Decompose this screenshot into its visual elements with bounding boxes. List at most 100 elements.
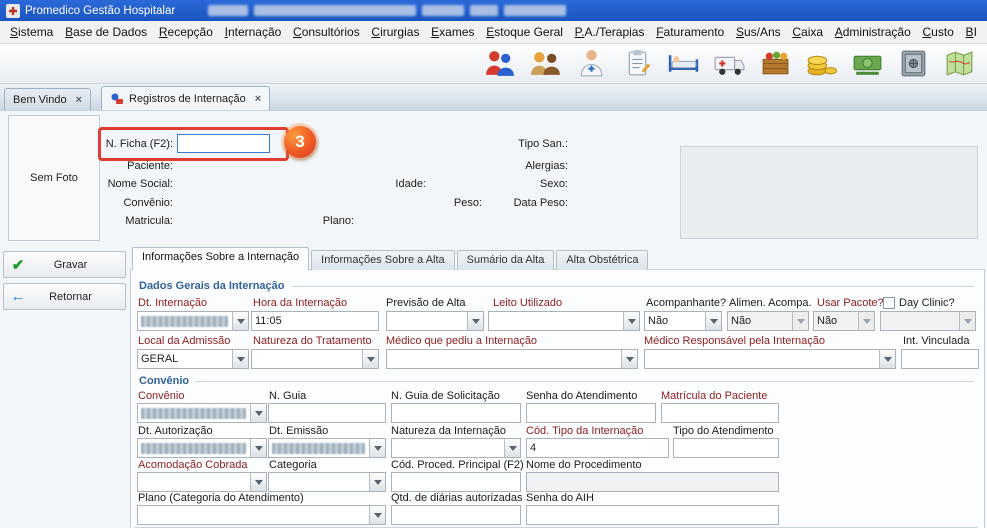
dt-autorizacao-combo[interactable] (137, 438, 267, 458)
label-n-guia-solicitacao: N. Guia de Solicitação (391, 390, 500, 402)
map-icon (943, 47, 976, 80)
senha-aih-field[interactable] (526, 505, 779, 525)
menu-exames[interactable]: Exames (431, 25, 474, 39)
menu-sistema[interactable]: Sistema (10, 25, 53, 39)
tab-bem-vindo[interactable]: Bem Vindo × (4, 88, 91, 110)
menu-sus-ans[interactable]: Sus/Ans (736, 25, 781, 39)
chevron-down-icon[interactable] (232, 312, 248, 330)
previsao-alta-combo[interactable] (386, 311, 484, 331)
senha-atendimento-field[interactable] (526, 403, 656, 423)
menu-cirurgias[interactable]: Cirurgias (371, 25, 419, 39)
menu-custo[interactable]: Custo (922, 25, 953, 39)
medico-responsavel-combo[interactable] (644, 349, 896, 369)
toolbar-ambulance-button[interactable] (711, 45, 748, 82)
menu-bi[interactable]: BI (966, 25, 977, 39)
stock-icon (759, 47, 792, 80)
day-clinic-checkbox[interactable] (883, 297, 895, 309)
redacted-title-text (422, 5, 464, 16)
cod-proced-principal-field[interactable] (391, 472, 521, 492)
chevron-down-icon[interactable] (792, 312, 808, 330)
n-guia-field[interactable] (268, 403, 386, 423)
toolbar-gold-button[interactable] (803, 45, 840, 82)
alimen-acompa-combo[interactable]: Não (727, 311, 809, 331)
plano-categoria-combo[interactable] (137, 505, 386, 525)
tab-registros-internacao[interactable]: Registros de Internação × (101, 86, 270, 110)
close-icon[interactable]: × (255, 93, 261, 105)
n-guia-solicitacao-field[interactable] (391, 403, 521, 423)
natureza-internacao-combo[interactable] (391, 438, 521, 458)
toolbar-doctor-button[interactable] (573, 45, 610, 82)
leito-utilizado-combo[interactable] (488, 311, 640, 331)
tab-informacoes-internacao[interactable]: Informações Sobre a Internação (132, 247, 309, 270)
toolbar-map-button[interactable] (941, 45, 978, 82)
internacao-tabstrip: Informações Sobre a Internação Informaçõ… (132, 247, 648, 270)
menu-faturamento[interactable]: Faturamento (656, 25, 724, 39)
menu-recepcao[interactable]: Recepção (159, 25, 213, 39)
hora-internacao-value: 11:05 (252, 315, 378, 327)
group-divider (195, 381, 974, 382)
natureza-tratamento-combo[interactable] (251, 349, 379, 369)
nome-procedimento-field (526, 472, 779, 492)
medico-pediu-combo[interactable] (386, 349, 638, 369)
check-icon: ✔ (4, 256, 32, 274)
gravar-button[interactable]: ✔ Gravar (3, 251, 126, 278)
chevron-down-icon[interactable] (250, 404, 266, 422)
label-data-peso: Data Peso: (480, 197, 568, 209)
chevron-down-icon[interactable] (369, 506, 385, 524)
chevron-down-icon[interactable] (369, 439, 385, 457)
hora-internacao-field[interactable]: 11:05 (251, 311, 379, 331)
menu-caixa[interactable]: Caixa (792, 25, 823, 39)
menu-internacao[interactable]: Internação (225, 25, 282, 39)
safe-icon (897, 47, 930, 80)
label-nome-social: Nome Social: (55, 178, 173, 190)
menu-base-de-dados[interactable]: Base de Dados (65, 25, 147, 39)
day-clinic-combo[interactable] (880, 311, 976, 331)
toolbar-stock-button[interactable] (757, 45, 794, 82)
toolbar-patients-button[interactable] (481, 45, 518, 82)
tab-sumario-alta[interactable]: Sumário da Alta (457, 250, 555, 270)
toolbar-bed-button[interactable] (665, 45, 702, 82)
chevron-down-icon[interactable] (623, 312, 639, 330)
chevron-down-icon[interactable] (369, 473, 385, 491)
label-acomodacao-cobrada: Acomodação Cobrada (138, 459, 247, 471)
toolbar-money-button[interactable] (849, 45, 886, 82)
chevron-down-icon[interactable] (959, 312, 975, 330)
qtd-diarias-field[interactable] (391, 505, 521, 525)
menu-pa-terapias[interactable]: P.A./Terapias (575, 25, 645, 39)
menu-consultorios[interactable]: Consultórios (293, 25, 360, 39)
alimen-acompa-value: Não (728, 315, 792, 327)
chevron-down-icon[interactable] (858, 312, 874, 330)
acompanhante-combo[interactable]: Não (644, 311, 722, 331)
chevron-down-icon[interactable] (362, 350, 378, 368)
chevron-down-icon[interactable] (621, 350, 637, 368)
chevron-down-icon[interactable] (504, 439, 520, 457)
toolbar-exam-button[interactable] (619, 45, 656, 82)
cod-tipo-internacao-field[interactable]: 4 (526, 438, 669, 458)
tab-alta-obstetrica[interactable]: Alta Obstétrica (556, 250, 648, 270)
retornar-button[interactable]: ← Retornar (3, 283, 126, 310)
chevron-down-icon[interactable] (250, 439, 266, 457)
chevron-down-icon[interactable] (467, 312, 483, 330)
usar-pacote-combo[interactable]: Não (813, 311, 875, 331)
int-vinculada-field[interactable] (901, 349, 979, 369)
chevron-down-icon[interactable] (705, 312, 721, 330)
dt-internacao-combo[interactable] (137, 311, 249, 331)
close-icon[interactable]: × (76, 94, 82, 106)
menu-estoque-geral[interactable]: Estoque Geral (486, 25, 563, 39)
toolbar-reception-button[interactable] (527, 45, 564, 82)
tab-informacoes-alta[interactable]: Informações Sobre a Alta (311, 250, 455, 270)
chevron-down-icon[interactable] (879, 350, 895, 368)
chevron-down-icon[interactable] (232, 350, 248, 368)
menu-administracao[interactable]: Administração (835, 25, 911, 39)
matricula-paciente-field[interactable] (661, 403, 779, 423)
local-admissao-combo[interactable]: GERAL (137, 349, 249, 369)
chevron-down-icon[interactable] (250, 473, 266, 491)
toolbar-safe-button[interactable] (895, 45, 932, 82)
acomodacao-cobrada-combo[interactable] (137, 472, 267, 492)
tipo-atendimento-field[interactable] (673, 438, 779, 458)
dt-emissao-combo[interactable] (268, 438, 386, 458)
label-usar-pacote: Usar Pacote? (817, 297, 884, 309)
convenio-combo[interactable] (137, 403, 267, 423)
gravar-label: Gravar (32, 259, 125, 271)
categoria-combo[interactable] (268, 472, 386, 492)
